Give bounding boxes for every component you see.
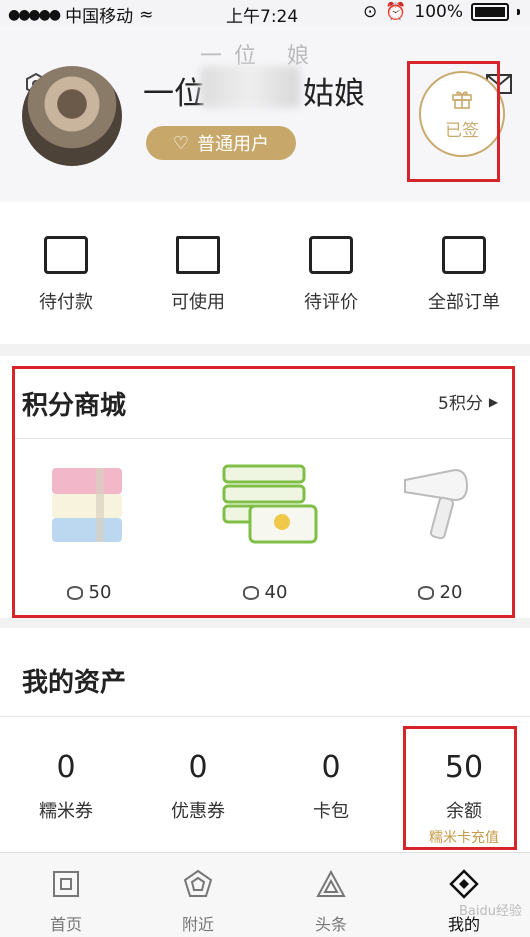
user-tier-label: 普通用户: [197, 134, 270, 155]
orientation-lock-icon: ⊙: [362, 2, 378, 22]
ticket-icon: [176, 236, 220, 274]
order-pending-payment[interactable]: 待付款: [0, 236, 132, 314]
heart-icon: ♡: [172, 132, 190, 154]
tab-label: 附近: [181, 915, 214, 934]
orders-section: 待付款 可使用 待评价 全部订单: [0, 202, 530, 344]
asset-value: 0: [321, 750, 341, 785]
battery-tip: [517, 9, 520, 15]
order-label: 待付款: [39, 292, 93, 313]
highlight-frame-points-mall: [12, 366, 515, 618]
highlight-frame-signin: [407, 61, 500, 182]
status-bar: ●●●●● 中国移动 ≈ 上午7:24 ⊙ ⏰ 100%: [0, 0, 530, 28]
user-name-end: 姑娘: [303, 76, 365, 112]
profile-header: 一位 娘 一位 姑娘 ♡ 普通用户 已签: [0, 26, 530, 202]
asset-card-wallet[interactable]: 0 卡包: [265, 750, 397, 823]
order-label: 可使用: [171, 292, 225, 313]
asset-label: 卡包: [313, 801, 349, 822]
asset-nuomi-coupon[interactable]: 0 糯米券: [0, 750, 132, 823]
nearby-icon: [183, 869, 213, 897]
order-label: 待评价: [304, 292, 358, 313]
order-usable[interactable]: 可使用: [132, 236, 264, 314]
asset-label: 糯米券: [39, 801, 93, 822]
tab-label: 头条: [314, 915, 347, 934]
wallet-icon: [44, 236, 88, 274]
tab-label: 首页: [49, 915, 82, 934]
asset-value: 0: [56, 750, 76, 785]
avatar[interactable]: [22, 66, 122, 166]
user-name-start: 一位: [143, 76, 205, 112]
asset-value: 0: [188, 750, 208, 785]
asset-discount-coupon[interactable]: 0 优惠券: [132, 750, 264, 823]
order-label: 全部订单: [428, 292, 500, 313]
bottom-tab-bar: 首页 附近 头条 我的: [0, 852, 530, 937]
order-list-icon: [442, 236, 486, 274]
assets-title: 我的资产: [22, 668, 127, 698]
comment-icon: [309, 236, 353, 274]
signal-icon: ●●●●●: [8, 6, 61, 23]
battery-icon: [471, 3, 509, 21]
user-tier-badge[interactable]: ♡ 普通用户: [146, 126, 296, 160]
tab-home[interactable]: 首页: [0, 869, 132, 935]
tab-nearby[interactable]: 附近: [132, 869, 264, 935]
name-blur-mask: [200, 66, 300, 108]
asset-label: 优惠券: [171, 801, 225, 822]
tab-headlines[interactable]: 头条: [265, 869, 397, 935]
status-left: ●●●●● 中国移动 ≈: [8, 2, 154, 28]
alarm-icon: ⏰: [385, 2, 407, 22]
mine-icon: [449, 869, 479, 899]
carrier-label: 中国移动: [65, 7, 134, 27]
headline-icon: [316, 869, 346, 897]
highlight-frame-balance: [403, 726, 517, 850]
battery-label: 100%: [414, 2, 463, 22]
watermark: Baidu经验: [459, 904, 522, 919]
order-all[interactable]: 全部订单: [398, 236, 530, 314]
home-icon: [53, 871, 79, 897]
divider: [0, 716, 530, 717]
wifi-icon: ≈: [139, 4, 154, 25]
order-to-review[interactable]: 待评价: [265, 236, 397, 314]
status-right: ⊙ ⏰ 100%: [363, 2, 520, 22]
status-time: 上午7:24: [226, 7, 299, 27]
